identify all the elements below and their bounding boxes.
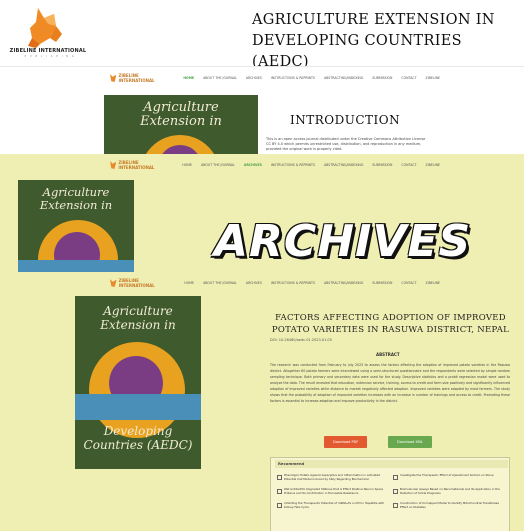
- list-item[interactable]: Construction of Unmapped Model to Identi…: [393, 501, 503, 509]
- rec-item-label: Construction of Unmapped Model to Identi…: [400, 501, 499, 509]
- fox-icon: [110, 161, 117, 169]
- recommended-heading: Recommend: [275, 460, 508, 468]
- nav-brand-label: ZIBELINE INTERNATIONAL: [118, 160, 155, 170]
- journal-cover: Agriculture Extension in: [18, 180, 134, 272]
- cover-water: [75, 394, 201, 420]
- journal-cover: Agriculture Extension in: [104, 95, 258, 155]
- nav-submission[interactable]: SUBMISSION: [372, 163, 392, 167]
- nav-submission[interactable]: SUBMISSION: [372, 76, 392, 80]
- nav-zibeline[interactable]: ZIBELINE: [426, 76, 440, 80]
- cover-title: Agriculture Extension in: [140, 100, 222, 129]
- fox-icon: [110, 74, 117, 82]
- nav-contact[interactable]: CONTACT: [401, 281, 416, 285]
- rec-item-label: Biomolecular Assays Based on Nanomateria…: [400, 487, 500, 495]
- nav-indexing[interactable]: ABSTRACTING/INDEXING: [324, 281, 363, 285]
- nav-zibeline[interactable]: ZIBELINE: [426, 163, 440, 167]
- screenshot-archives: ZIBELINE INTERNATIONAL HOME ABOUT THE JO…: [0, 154, 524, 272]
- rec-item-label: Inhibiting the Therapeutic Potential of …: [284, 501, 385, 509]
- list-item[interactable]: Wet Antibiofilm Degraded Stilbene that i…: [277, 487, 387, 495]
- page-header: ZIBELINE INTERNATIONAL P U B L I S H I N…: [0, 0, 524, 70]
- nav-archives[interactable]: ARCHIVES: [246, 281, 262, 285]
- checkbox[interactable]: [393, 488, 398, 494]
- intro-text: This is an open access journal distribut…: [266, 137, 426, 151]
- intro-heading: INTRODUCTION: [290, 113, 401, 127]
- nav-instructions[interactable]: INSTRUCTIONS & REPRINTS: [271, 76, 315, 80]
- nav-indexing[interactable]: ABSTRACTING/INDEXING: [324, 163, 363, 167]
- nav-about[interactable]: ABOUT THE JOURNAL: [203, 76, 237, 80]
- nav-instructions[interactable]: INSTRUCTIONS & REPRINTS: [271, 163, 315, 167]
- nav-about[interactable]: ABOUT THE JOURNAL: [203, 281, 237, 285]
- logo-name: ZIBELINE INTERNATIONAL: [9, 48, 87, 54]
- navbar: ZIBELINE INTERNATIONAL HOME ABOUT THE JO…: [110, 154, 440, 176]
- cover-title: Agriculture Extension in: [39, 185, 113, 212]
- journal-cover: Agriculture Extension in Developing Coun…: [75, 296, 201, 469]
- screenshot-article: ZIBELINE INTERNATIONAL HOME ABOUT THE JO…: [0, 272, 524, 531]
- download-pdf-button[interactable]: Download PDF: [324, 436, 368, 448]
- rec-item-label: Wet Antibiofilm Degraded Stilbene that i…: [284, 487, 384, 495]
- nav-brand-label: ZIBELINE INTERNATIONAL: [118, 278, 155, 288]
- nav-about[interactable]: ABOUT THE JOURNAL: [201, 163, 235, 167]
- nav-brand[interactable]: ZIBELINE INTERNATIONAL: [110, 160, 164, 170]
- list-item[interactable]: Inhibiting the Therapeutic Potential of …: [277, 501, 387, 509]
- list-item[interactable]: Phenotypic Potato Against Aspergillus an…: [277, 473, 387, 481]
- abstract-heading: ABSTRACT: [376, 352, 400, 357]
- nav-submission[interactable]: SUBMISSION: [372, 281, 392, 285]
- nav-brand-label: ZIBELINE INTERNATIONAL: [118, 73, 155, 83]
- archives-banner: ARCHIVES: [214, 216, 472, 267]
- list-item[interactable]: Biomolecular Assays Based on Nanomateria…: [393, 487, 503, 495]
- nav-archives[interactable]: ARCHIVES: [244, 163, 262, 167]
- fox-icon: [110, 279, 117, 287]
- navbar: ZIBELINE INTERNATIONAL HOME ABOUT THE JO…: [110, 67, 440, 89]
- nav-indexing[interactable]: ABSTRACTING/INDEXING: [324, 76, 363, 80]
- checkbox[interactable]: [393, 502, 398, 508]
- checkbox[interactable]: [277, 502, 282, 508]
- nav-zibeline[interactable]: ZIBELINE: [426, 281, 440, 285]
- checkbox[interactable]: [393, 474, 398, 480]
- cover-water: [18, 260, 134, 272]
- nav-brand[interactable]: ZIBELINE INTERNATIONAL: [110, 73, 165, 83]
- logo-tagline: P U B L I S H I N G: [24, 55, 76, 58]
- nav-contact[interactable]: CONTACT: [401, 163, 416, 167]
- screenshot-introduction: ZIBELINE INTERNATIONAL HOME ABOUT THE JO…: [0, 66, 524, 155]
- rec-item-label: Investigate the Therapeutic Effect of Aj…: [400, 473, 494, 477]
- list-item[interactable]: Investigate the Therapeutic Effect of Aj…: [393, 473, 503, 480]
- cover-title-bottom: Developing Countries (AEDC): [83, 424, 193, 452]
- rec-item-label: Phenotypic Potato Against Aspergillus an…: [284, 473, 381, 481]
- nav-contact[interactable]: CONTACT: [401, 76, 416, 80]
- abstract-text: The research was conducted from February…: [270, 363, 510, 403]
- nav-home[interactable]: HOME: [182, 163, 192, 167]
- checkbox[interactable]: [277, 474, 282, 480]
- article-title: FACTORS AFFECTING ADOPTION OF IMPROVED P…: [271, 313, 510, 335]
- nav-archives[interactable]: ARCHIVES: [246, 76, 262, 80]
- nav-home[interactable]: HOME: [183, 76, 194, 80]
- journal-title: AGRICULTURE EXTENSION IN DEVELOPING COUN…: [252, 12, 495, 70]
- nav-brand[interactable]: ZIBELINE INTERNATIONAL: [110, 278, 166, 288]
- cover-title-top: Agriculture Extension in: [100, 304, 176, 332]
- navbar: ZIBELINE INTERNATIONAL HOME ABOUT THE JO…: [110, 272, 440, 294]
- download-xml-button[interactable]: Download XML: [388, 436, 432, 448]
- recommended-panel: Recommend Phenotypic Potato Against Aspe…: [270, 457, 510, 531]
- article-doi[interactable]: DOI: 10.26480/aedc.01.2023.01.05: [270, 338, 332, 342]
- nav-instructions[interactable]: INSTRUCTIONS & REPRINTS: [271, 281, 315, 285]
- checkbox[interactable]: [277, 488, 282, 494]
- nav-home[interactable]: HOME: [184, 281, 194, 285]
